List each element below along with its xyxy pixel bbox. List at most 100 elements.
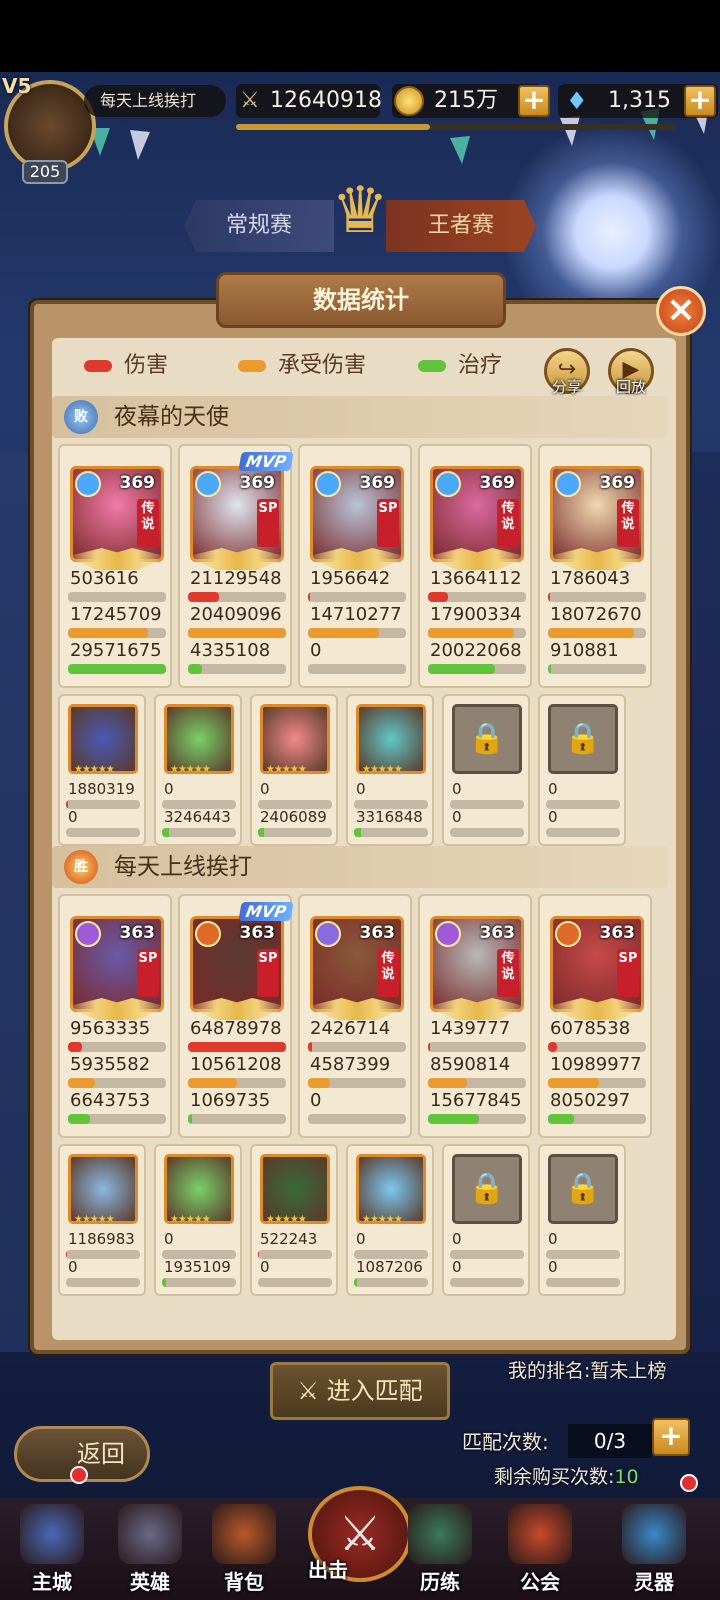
heal-bar bbox=[308, 664, 406, 674]
legend-damage: 伤害 bbox=[84, 350, 168, 382]
heal-bar bbox=[188, 1114, 286, 1124]
pet-card[interactable]: ★★★★★ 0 3246443 bbox=[154, 694, 242, 846]
damage-taken-bar bbox=[428, 628, 526, 638]
damage-bar bbox=[428, 592, 526, 602]
orb-icon bbox=[622, 1504, 686, 1564]
tab-king[interactable]: 王者赛 bbox=[386, 200, 536, 252]
lock-icon: 🔒 bbox=[548, 1154, 618, 1224]
pet-card[interactable]: ★★★★★ 1880319 0 bbox=[58, 694, 146, 846]
hero-card[interactable]: 363 传说 2426714 4587399 0 bbox=[298, 894, 412, 1138]
player-name: 每天上线挨打 bbox=[84, 85, 226, 117]
hero-card[interactable]: 369 传说 1786043 18072670 910881 bbox=[538, 444, 652, 688]
pet-heal-bar bbox=[450, 1278, 524, 1287]
heal-value: 8050297 bbox=[550, 1090, 631, 1111]
hero-card[interactable]: 363 SP MVP 64878978 10561208 1069735 bbox=[178, 894, 294, 1138]
pet-slot-locked[interactable]: 🔒 0 0 bbox=[442, 694, 530, 846]
pet-slot-locked[interactable]: 🔒 0 0 bbox=[538, 694, 626, 846]
pet-slot-locked[interactable]: 🔒 0 0 bbox=[442, 1144, 530, 1296]
hero-card[interactable]: 363 SP 6078538 10989977 8050297 bbox=[538, 894, 652, 1138]
pet-heal-bar bbox=[354, 828, 428, 837]
replay-label: 回放 bbox=[615, 378, 646, 396]
add-gold-button[interactable]: + bbox=[518, 85, 550, 117]
legend-label: 伤害 bbox=[124, 353, 169, 378]
damage-taken-value: 14710277 bbox=[310, 604, 402, 625]
hero-level: 363 bbox=[119, 923, 156, 943]
damage-taken-bar bbox=[548, 1078, 646, 1088]
pet-card[interactable]: ★★★★★ 0 2406089 bbox=[250, 694, 338, 846]
pet-card[interactable]: ★★★★★ 0 1935109 bbox=[154, 1144, 242, 1296]
hero-card[interactable]: 369 SP 1956642 14710277 0 bbox=[298, 444, 412, 688]
damage-value: 1439777 bbox=[430, 1018, 511, 1039]
pet-card[interactable]: ★★★★★ 0 3316848 bbox=[346, 694, 434, 846]
tab-regular[interactable]: 常规赛 bbox=[184, 200, 334, 252]
damage-bar bbox=[68, 592, 166, 602]
hero-rarity: 传说 bbox=[497, 949, 519, 997]
pet-card[interactable]: ★★★★★ 522243 0 bbox=[250, 1144, 338, 1296]
pet-stars-icon: ★★★★★ bbox=[74, 764, 115, 775]
element-icon bbox=[315, 471, 341, 497]
add-gems-button[interactable]: + bbox=[684, 85, 716, 117]
heal-value: 15677845 bbox=[430, 1090, 522, 1111]
close-button[interactable]: × bbox=[656, 286, 706, 336]
pet-card[interactable]: ★★★★★ 0 1087206 bbox=[346, 1144, 434, 1296]
hero-rarity: 传说 bbox=[137, 499, 159, 547]
damage-bar-fill bbox=[68, 1042, 82, 1052]
hero-card[interactable]: 369 传说 503616 17245709 29571675 bbox=[58, 444, 172, 688]
nav-item-attack[interactable]: ⚔ 出击 bbox=[308, 1486, 412, 1600]
damage-taken-value: 10561208 bbox=[190, 1054, 282, 1075]
element-icon bbox=[315, 921, 341, 947]
lock-icon: 🔒 bbox=[452, 1154, 522, 1224]
nav-item[interactable]: 历练 bbox=[400, 1504, 480, 1598]
pet-heal-value: 0 bbox=[68, 808, 78, 826]
hero-level: 369 bbox=[119, 473, 156, 493]
damage-taken-bar-fill bbox=[68, 1078, 96, 1088]
hero-card[interactable]: 369 SP MVP 21129548 20409096 4335108 bbox=[178, 444, 294, 688]
hero-rarity: SP bbox=[377, 499, 399, 547]
nav-item[interactable]: 公会 bbox=[500, 1504, 580, 1598]
nav-item[interactable]: 主城 bbox=[12, 1504, 92, 1598]
element-icon bbox=[555, 921, 581, 947]
pet-stars-icon: ★★★★★ bbox=[266, 764, 307, 775]
damage-value: 21129548 bbox=[190, 568, 282, 589]
heal-bar-fill bbox=[548, 1114, 575, 1124]
nav-item[interactable]: 英雄 bbox=[110, 1504, 190, 1598]
nav-label: 公会 bbox=[520, 1570, 560, 1594]
heal-bar bbox=[188, 664, 286, 674]
damage-taken-bar bbox=[548, 628, 646, 638]
hero-card[interactable]: 369 传说 13664112 17900334 20022068 bbox=[418, 444, 532, 688]
heal-bar bbox=[428, 664, 526, 674]
pet-card[interactable]: ★★★★★ 1186983 0 bbox=[58, 1144, 146, 1296]
damage-taken-bar-fill bbox=[188, 1078, 237, 1088]
nav-item[interactable]: 背包 bbox=[204, 1504, 284, 1598]
match-count-label: 匹配次数: bbox=[462, 1430, 549, 1454]
vip-level: V5 bbox=[2, 74, 32, 98]
damage-taken-value: 5935582 bbox=[70, 1054, 151, 1075]
pet-heal-bar-fill bbox=[354, 1278, 357, 1287]
heal-value: 29571675 bbox=[70, 640, 162, 661]
castle-icon bbox=[20, 1504, 84, 1564]
damage-bar-fill bbox=[308, 1042, 312, 1052]
heal-bar bbox=[548, 664, 646, 674]
pet-heal-value: 0 bbox=[260, 1258, 270, 1276]
hero-rarity: 传说 bbox=[617, 499, 639, 547]
nav-item[interactable]: 灵器 bbox=[614, 1504, 694, 1598]
legend-swatch bbox=[84, 360, 112, 372]
remaining-purchases-value: 10 bbox=[614, 1466, 639, 1488]
damage-bar-fill bbox=[188, 1042, 286, 1052]
damage-bar bbox=[188, 592, 286, 602]
pet-stars-icon: ★★★★★ bbox=[266, 1214, 307, 1225]
damage-taken-bar bbox=[428, 1078, 526, 1088]
hero-card[interactable]: 363 传说 1439777 8590814 15677845 bbox=[418, 894, 532, 1138]
damage-bar bbox=[548, 1042, 646, 1052]
pet-heal-value: 2406089 bbox=[260, 808, 327, 826]
damage-bar bbox=[68, 1042, 166, 1052]
pet-heal-value: 0 bbox=[452, 1258, 462, 1276]
hero-card[interactable]: 363 SP 9563335 5935582 6643753 bbox=[58, 894, 172, 1138]
heal-value: 4335108 bbox=[190, 640, 271, 661]
crossed-swords-icon: ⚔ bbox=[240, 88, 260, 113]
add-match-count-button[interactable]: + bbox=[652, 1418, 690, 1456]
damage-taken-bar-fill bbox=[548, 1078, 599, 1088]
pet-slot-locked[interactable]: 🔒 0 0 bbox=[538, 1144, 626, 1296]
hero-portrait: 363 SP bbox=[70, 916, 164, 1012]
enter-match-button[interactable]: ⚔ 进入匹配 bbox=[270, 1362, 450, 1420]
